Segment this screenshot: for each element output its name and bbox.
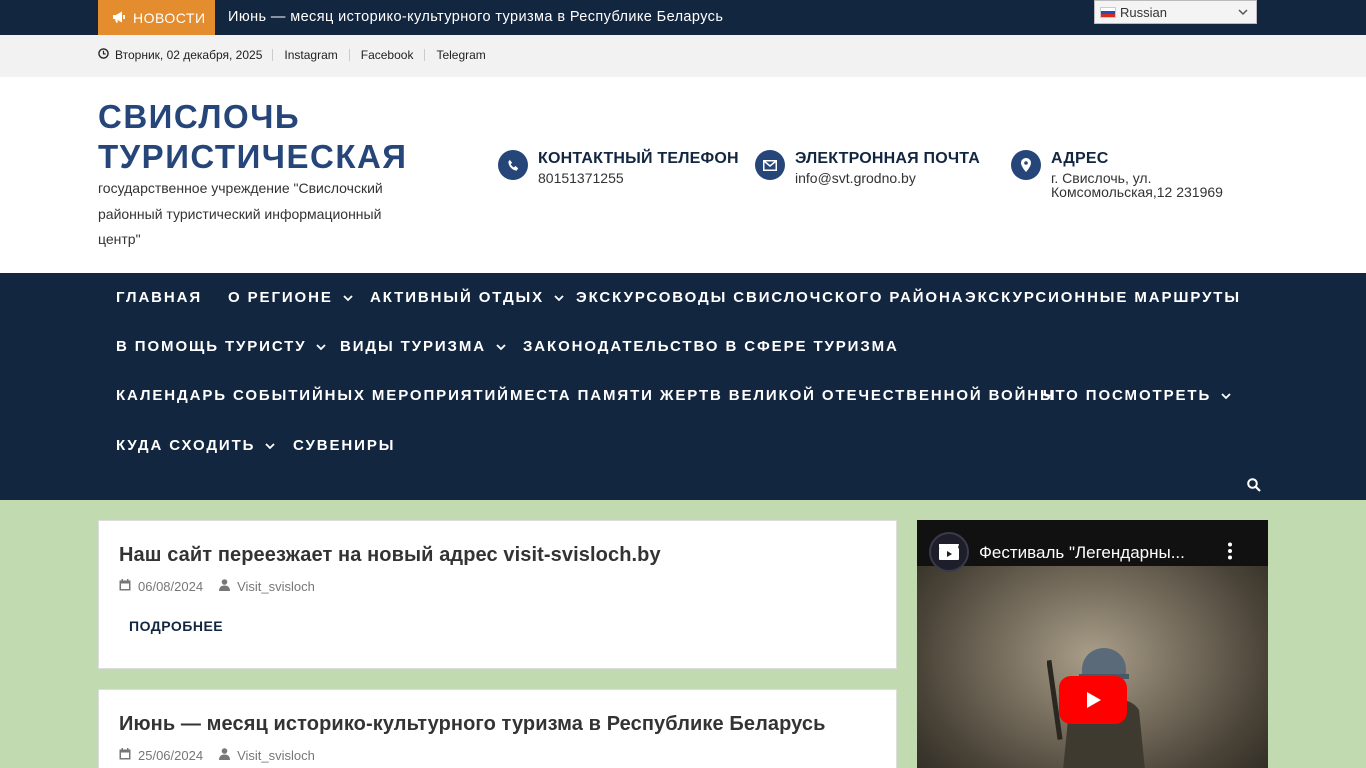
news-ticker-link[interactable]: Июнь — месяц историко-культурного туризм… — [228, 9, 723, 25]
post-card: Наш сайт переезжает на новый адрес visit… — [98, 520, 897, 669]
user-icon — [219, 748, 231, 763]
chevron-down-icon — [554, 289, 564, 306]
user-icon — [219, 579, 231, 594]
clock-icon — [98, 48, 109, 62]
nav-item-active-rest[interactable]: АКТИВНЫЙ ОТДЫХ — [370, 289, 564, 306]
site-header: СВИСЛОЧЬ ТУРИСТИЧЕСКАЯ государственное у… — [0, 77, 1366, 273]
site-title[interactable]: СВИСЛОЧЬ ТУРИСТИЧЕСКАЯ — [98, 97, 428, 177]
video-title[interactable]: Фестиваль "Легендарны... — [979, 543, 1185, 563]
chevron-down-icon — [265, 437, 275, 454]
current-date: Вторник, 02 декабря, 2025 — [98, 48, 272, 62]
instagram-link[interactable]: Instagram — [272, 49, 348, 61]
nav-item-routes[interactable]: ЭКСКУРСИОННЫЕ МАРШРУТЫ — [965, 289, 1241, 306]
post-title-link[interactable]: Июнь — месяц историко-культурного туризм… — [119, 713, 826, 736]
nav-item-tourism-types[interactable]: ВИДЫ ТУРИЗМА — [340, 338, 506, 355]
post-date[interactable]: 25/06/2024 — [119, 748, 203, 763]
youtube-video-embed[interactable]: Фестиваль "Легендарны... — [917, 520, 1268, 768]
russia-flag-icon — [1100, 6, 1116, 18]
nav-item-where-to-go[interactable]: КУДА СХОДИТЬ — [116, 437, 275, 454]
telegram-link[interactable]: Telegram — [424, 49, 496, 61]
language-select[interactable]: Russian — [1094, 0, 1257, 24]
read-more-button[interactable]: ПОДРОБНЕЕ — [129, 618, 223, 634]
search-icon[interactable] — [1247, 478, 1261, 497]
play-icon — [1087, 692, 1101, 708]
top-bar: НОВОСТИ Июнь — месяц историко-культурног… — [0, 0, 1366, 35]
nav-item-legislation[interactable]: ЗАКОНОДАТЕЛЬСТВО В СФЕРЕ ТУРИЗМА — [523, 338, 899, 355]
post-meta: 06/08/2024 Visit_svisloch — [119, 579, 331, 594]
news-label: НОВОСТИ — [133, 9, 206, 26]
bullhorn-icon — [112, 10, 126, 26]
nav-item-souvenirs[interactable]: СУВЕНИРЫ — [293, 437, 395, 454]
chevron-down-icon — [1238, 5, 1248, 22]
contact-address: АДРЕС г. Свислочь, ул. Комсомольская,12 … — [1011, 150, 1223, 199]
main-navigation: ГЛАВНАЯ О РЕГИОНЕ АКТИВНЫЙ ОТДЫХ ЭКСКУРС… — [0, 273, 1366, 500]
post-author[interactable]: Visit_svisloch — [219, 748, 315, 763]
email-address[interactable]: info@svt.grodno.by — [795, 171, 980, 185]
contact-email: ЭЛЕКТРОННАЯ ПОЧТА info@svt.grodno.by — [755, 150, 980, 185]
phone-icon — [498, 150, 528, 180]
post-meta: 25/06/2024 Visit_svisloch — [119, 748, 331, 763]
post-author[interactable]: Visit_svisloch — [219, 579, 315, 594]
post-date[interactable]: 06/08/2024 — [119, 579, 203, 594]
calendar-icon — [119, 748, 131, 763]
facebook-link[interactable]: Facebook — [348, 49, 425, 61]
play-button[interactable] — [1059, 676, 1127, 724]
map-pin-icon — [1011, 150, 1041, 180]
chevron-down-icon — [496, 338, 506, 355]
chevron-down-icon — [343, 289, 353, 306]
news-badge[interactable]: НОВОСТИ — [98, 0, 215, 35]
chevron-down-icon — [316, 338, 327, 355]
chevron-down-icon — [1221, 387, 1231, 404]
envelope-icon — [755, 150, 785, 180]
channel-logo-icon[interactable] — [929, 532, 969, 572]
post-title-link[interactable]: Наш сайт переезжает на новый адрес visit… — [119, 544, 661, 567]
more-options-icon[interactable] — [1227, 542, 1233, 565]
calendar-icon — [119, 579, 131, 594]
nav-item-home[interactable]: ГЛАВНАЯ — [116, 289, 202, 306]
language-value: Russian — [1120, 4, 1167, 20]
nav-item-events-calendar[interactable]: КАЛЕНДАРЬ СОБЫТИЙНЫХ МЕРОПРИЯТИЙ — [116, 387, 510, 404]
site-description: государственное учреждение "Свислочский … — [98, 180, 383, 247]
info-bar: Вторник, 02 декабря, 2025 Instagram Face… — [0, 35, 1366, 77]
nav-item-tourist-help[interactable]: В ПОМОЩЬ ТУРИСТУ — [116, 338, 327, 355]
contact-phone: КОНТАКТНЫЙ ТЕЛЕФОН 80151371255 — [498, 150, 739, 185]
nav-item-what-to-see[interactable]: ЧТО ПОСМОТРЕТЬ — [1043, 387, 1231, 404]
nav-item-about-region[interactable]: О РЕГИОНЕ — [228, 289, 353, 306]
phone-number[interactable]: 80151371255 — [538, 171, 739, 185]
nav-item-guides[interactable]: ЭКСКУРСОВОДЫ СВИСЛОЧСКОГО РАЙОНА — [576, 289, 964, 306]
nav-item-memorial-places[interactable]: МЕСТА ПАМЯТИ ЖЕРТВ ВЕЛИКОЙ ОТЕЧЕСТВЕННОЙ… — [510, 387, 1057, 404]
post-card: Июнь — месяц историко-культурного туризм… — [98, 689, 897, 768]
